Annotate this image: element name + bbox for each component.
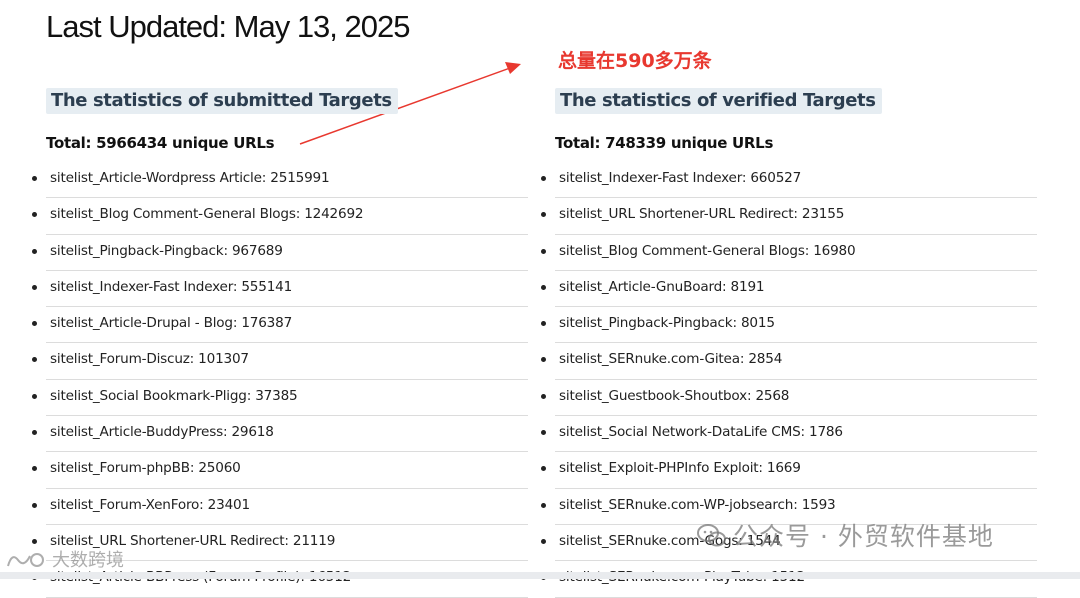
watermark-wechat: 公众号 · 外贸软件基地	[697, 517, 994, 555]
list-item: sitelist_Pingback-Pingback: 8015	[541, 307, 1037, 344]
verified-targets-heading: The statistics of verified Targets	[555, 88, 882, 114]
list-item: sitelist_Forum-Discuz: 101307	[32, 343, 528, 380]
list-item: sitelist_Blog Comment-General Blogs: 169…	[541, 235, 1037, 271]
list-item: sitelist_SERnuke.com-PlayTube: 1512	[541, 561, 1037, 598]
watermark-brand: 大数跨境	[6, 546, 124, 575]
verified-total: Total: 748339 unique URLs	[555, 134, 774, 152]
list-item: sitelist_Article-Wordpress Article: 2515…	[32, 162, 528, 199]
list-item: sitelist_Blog Comment-General Blogs: 124…	[32, 198, 528, 235]
list-item: sitelist_Article-BuddyPress: 29618	[32, 416, 528, 453]
list-item: sitelist_Forum-XenForo: 23401	[32, 489, 528, 525]
submitted-targets-section: The statistics of submitted Targets Tota…	[32, 88, 528, 598]
list-item: sitelist_Indexer-Fast Indexer: 660527	[541, 162, 1037, 199]
list-item: sitelist_Guestbook-Shoutbox: 2568	[541, 380, 1037, 417]
list-item: sitelist_Forum-phpBB: 25060	[32, 452, 528, 489]
wechat-icon	[697, 523, 727, 555]
list-item: sitelist_Social Bookmark-Pligg: 37385	[32, 380, 528, 417]
watermark-text: 公众号 · 外贸软件基地	[733, 522, 994, 551]
list-item: sitelist_Article-GnuBoard: 8191	[541, 271, 1037, 308]
submitted-targets-heading: The statistics of submitted Targets	[46, 88, 398, 114]
list-item: sitelist_SERnuke.com-Gitea: 2854	[541, 343, 1037, 380]
submitted-list: sitelist_Article-Wordpress Article: 2515…	[32, 162, 528, 598]
list-item: sitelist_Social Network-DataLife CMS: 17…	[541, 416, 1037, 453]
list-item: sitelist_Indexer-Fast Indexer: 555141	[32, 271, 528, 308]
list-item: sitelist_Article-Drupal - Blog: 176387	[32, 307, 528, 344]
annotation-text: 总量在590多万条	[558, 50, 712, 72]
list-item: sitelist_URL Shortener-URL Redirect: 231…	[541, 198, 1037, 235]
watermark-brand-text: 大数跨境	[52, 550, 124, 571]
bottom-scroll-bar[interactable]	[0, 572, 1080, 579]
list-item: sitelist_Exploit-PHPInfo Exploit: 1669	[541, 452, 1037, 489]
page-title: Last Updated: May 13, 2025	[46, 9, 410, 44]
list-item: sitelist_Pingback-Pingback: 967689	[32, 235, 528, 271]
submitted-total: Total: 5966434 unique URLs	[46, 134, 275, 152]
